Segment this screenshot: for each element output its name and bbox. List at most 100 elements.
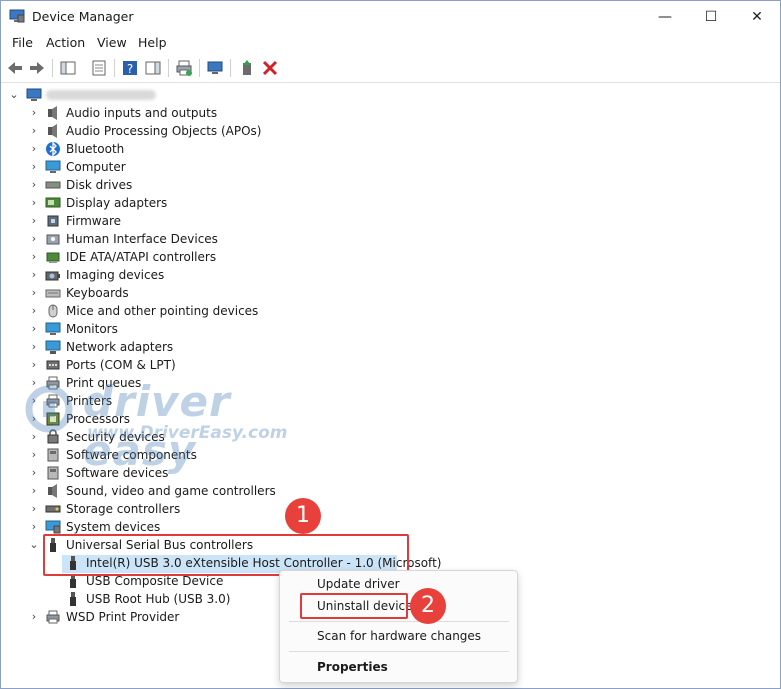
update-driver-icon[interactable] bbox=[238, 59, 256, 77]
speaker-icon bbox=[48, 106, 57, 120]
tree-category[interactable]: › Ports (COM & LPT) bbox=[1, 356, 321, 374]
expand-chevron-right-icon[interactable]: › bbox=[29, 158, 39, 176]
expand-chevron-right-icon[interactable]: › bbox=[29, 194, 39, 212]
monitor-icon bbox=[45, 322, 61, 335]
speaker-icon bbox=[48, 124, 57, 138]
expand-chevron-right-icon[interactable]: › bbox=[29, 212, 39, 230]
disk-icon bbox=[45, 181, 61, 189]
expand-chevron-right-icon[interactable]: › bbox=[29, 374, 39, 392]
scan-hardware-icon[interactable] bbox=[206, 59, 224, 77]
show-hide-console-tree-icon[interactable] bbox=[59, 59, 77, 77]
tree-label: IDE ATA/ATAPI controllers bbox=[66, 250, 217, 264]
expand-chevron-right-icon[interactable]: › bbox=[29, 284, 39, 302]
expand-chevron-right-icon[interactable]: › bbox=[29, 266, 39, 284]
menu-file[interactable]: File bbox=[12, 35, 33, 50]
tree-category[interactable]: › Monitors bbox=[1, 320, 321, 338]
system-icon bbox=[45, 520, 61, 534]
tree-category[interactable]: › Print queues bbox=[1, 374, 321, 392]
highlight-box-uninstall bbox=[300, 593, 408, 619]
tree-label: Audio inputs and outputs bbox=[66, 106, 218, 120]
tree-label: Monitors bbox=[66, 322, 118, 336]
usb-plug-icon bbox=[70, 592, 76, 606]
toolbar-separator bbox=[230, 59, 231, 77]
tree-root-computer[interactable]: ⌄ bbox=[1, 86, 201, 104]
expand-chevron-right-icon[interactable]: › bbox=[29, 104, 39, 122]
expand-chevron-right-icon[interactable]: › bbox=[29, 446, 39, 464]
help-icon[interactable]: ? bbox=[121, 59, 139, 77]
tree-category[interactable]: › Display adapters bbox=[1, 194, 321, 212]
monitor-icon bbox=[45, 160, 61, 173]
expand-chevron-right-icon[interactable]: › bbox=[29, 500, 39, 518]
tree-category[interactable]: › Software devices bbox=[1, 464, 321, 482]
expand-chevron-right-icon[interactable]: › bbox=[29, 392, 39, 410]
tree-category[interactable]: › Audio inputs and outputs bbox=[1, 104, 321, 122]
expand-chevron-right-icon[interactable]: › bbox=[29, 482, 39, 500]
uninstall-red-x-icon[interactable] bbox=[261, 59, 279, 77]
minimize-button[interactable]: — bbox=[642, 1, 688, 32]
tree-category[interactable]: › Bluetooth bbox=[1, 140, 321, 158]
tree-category[interactable]: › Software components bbox=[1, 446, 321, 464]
ctx-scan-hardware[interactable]: Scan for hardware changes bbox=[317, 629, 481, 643]
action-pane-icon[interactable] bbox=[144, 59, 162, 77]
tree-category[interactable]: › Audio Processing Objects (APOs) bbox=[1, 122, 321, 140]
tree-category[interactable]: › Processors bbox=[1, 410, 321, 428]
camera-icon bbox=[45, 271, 60, 281]
expand-chevron-right-icon[interactable]: › bbox=[29, 302, 39, 320]
step-badge-2: 2 bbox=[410, 588, 446, 624]
expand-chevron-right-icon[interactable]: › bbox=[29, 230, 39, 248]
properties-sheet-icon[interactable] bbox=[90, 59, 108, 77]
menu-action[interactable]: Action bbox=[46, 35, 85, 50]
tree-label: Keyboards bbox=[66, 286, 129, 300]
expand-chevron-right-icon[interactable]: › bbox=[29, 140, 39, 158]
tree-category[interactable]: › Computer bbox=[1, 158, 321, 176]
tree-category-wsd-print-provider[interactable]: › WSD Print Provider bbox=[1, 608, 301, 626]
menu-view[interactable]: View bbox=[97, 35, 127, 50]
context-menu: Update driver Uninstall device Scan for … bbox=[279, 570, 518, 683]
tree-category[interactable]: › IDE ATA/ATAPI controllers bbox=[1, 248, 321, 266]
tree-category[interactable]: › Sound, video and game controllers bbox=[1, 482, 321, 500]
expand-chevron-right-icon[interactable]: › bbox=[29, 410, 39, 428]
expand-chevron-right-icon[interactable]: › bbox=[29, 338, 39, 356]
expand-chevron-right-icon[interactable]: › bbox=[29, 122, 39, 140]
step-badge-1: 1 bbox=[285, 498, 321, 534]
close-button[interactable]: ✕ bbox=[734, 1, 780, 32]
tree-category[interactable]: › Network adapters bbox=[1, 338, 321, 356]
ctx-update-driver[interactable]: Update driver bbox=[317, 577, 400, 591]
expand-chevron-right-icon[interactable]: › bbox=[29, 518, 39, 536]
redacted-computer-name bbox=[46, 90, 156, 100]
expand-chevron-down-icon[interactable]: ⌄ bbox=[29, 536, 39, 554]
expand-chevron-right-icon[interactable]: › bbox=[29, 356, 39, 374]
tree-category[interactable]: › Storage controllers bbox=[1, 500, 321, 518]
menu-help[interactable]: Help bbox=[138, 35, 167, 50]
tree-category[interactable]: › Keyboards bbox=[1, 284, 321, 302]
expand-chevron-right-icon[interactable]: › bbox=[29, 464, 39, 482]
ctx-properties[interactable]: Properties bbox=[317, 660, 388, 674]
ctx-separator bbox=[289, 651, 509, 652]
expand-chevron-right-icon[interactable]: › bbox=[29, 248, 39, 266]
chip-icon bbox=[47, 215, 59, 227]
computer-root-icon bbox=[26, 88, 42, 101]
expand-chevron-right-icon[interactable]: › bbox=[29, 608, 39, 626]
tree-label: Human Interface Devices bbox=[66, 232, 218, 246]
software-icon bbox=[47, 448, 59, 462]
expand-chevron-down-icon[interactable]: ⌄ bbox=[9, 86, 19, 104]
tree-device-usb-root-hub[interactable]: USB Root Hub (USB 3.0) bbox=[1, 590, 301, 608]
printer-icon bbox=[46, 610, 60, 624]
print-icon[interactable] bbox=[175, 59, 193, 77]
tree-label: Display adapters bbox=[66, 196, 168, 210]
tree-category[interactable]: › Firmware bbox=[1, 212, 321, 230]
expand-chevron-right-icon[interactable]: › bbox=[29, 176, 39, 194]
tree-label: Ports (COM & LPT) bbox=[66, 358, 176, 372]
tree-category[interactable]: › Mice and other pointing devices bbox=[1, 302, 321, 320]
expand-chevron-right-icon[interactable]: › bbox=[29, 320, 39, 338]
toolbar-separator bbox=[114, 59, 115, 77]
tree-category[interactable]: › Human Interface Devices bbox=[1, 230, 321, 248]
tree-category[interactable]: › Printers bbox=[1, 392, 321, 410]
back-arrow-icon[interactable] bbox=[6, 59, 24, 77]
maximize-button[interactable]: ☐ bbox=[688, 1, 734, 32]
forward-arrow-icon[interactable] bbox=[28, 59, 46, 77]
tree-category[interactable]: › Imaging devices bbox=[1, 266, 321, 284]
expand-chevron-right-icon[interactable]: › bbox=[29, 428, 39, 446]
tree-category[interactable]: › Security devices bbox=[1, 428, 321, 446]
tree-category[interactable]: › Disk drives bbox=[1, 176, 321, 194]
